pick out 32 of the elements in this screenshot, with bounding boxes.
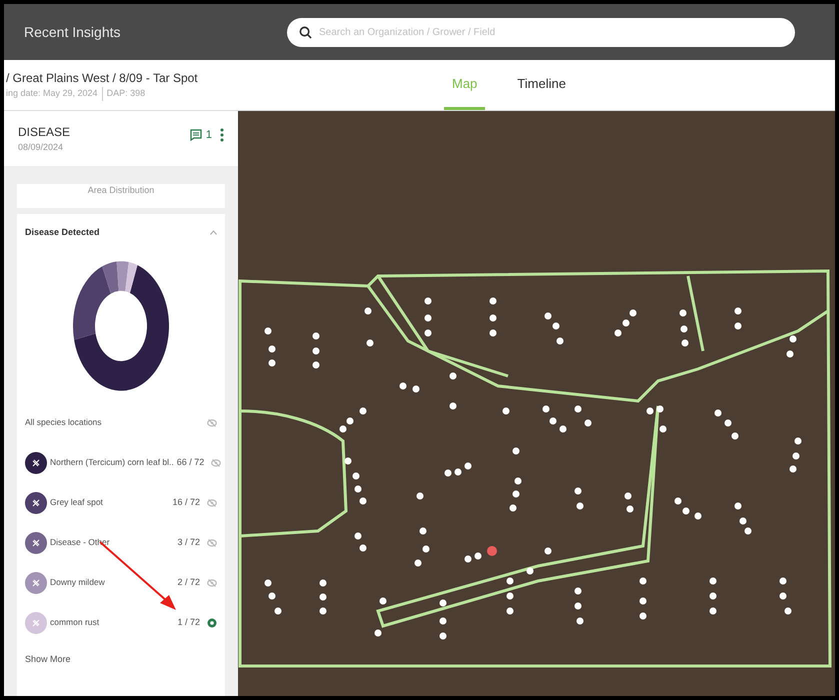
- eye-slash-icon[interactable]: [207, 538, 217, 548]
- breadcrumb: / Great Plains West / 8/09 - Tar Spot: [6, 70, 199, 88]
- show-more-link[interactable]: Show More: [25, 652, 217, 666]
- section-title: Disease Detected: [25, 226, 100, 239]
- highlighted-sample-point: [487, 546, 497, 556]
- species-count: 1 / 72: [177, 616, 200, 629]
- panel-title: DISEASE: [18, 124, 70, 141]
- eye-slash-icon[interactable]: [207, 418, 217, 428]
- eye-slash-icon[interactable]: [207, 578, 217, 588]
- species-name: common rust: [50, 616, 100, 629]
- species-name: Downy mildew: [50, 576, 106, 589]
- eye-slash-icon[interactable]: [207, 498, 217, 508]
- species-name: Grey leaf spot: [50, 496, 104, 509]
- more-options-icon[interactable]: [220, 128, 224, 142]
- search-field[interactable]: Search an Organization / Grower / Field: [287, 18, 795, 46]
- notes-button[interactable]: 1: [190, 127, 212, 144]
- species-name: Northern (Tercicum) corn leaf bl..: [50, 456, 174, 469]
- view-tab[interactable]: Timeline: [509, 60, 574, 110]
- section-label: Area Distribution: [88, 184, 154, 197]
- species-count: 3 / 72: [177, 536, 200, 549]
- planting-date: ing date: May 29, 2024: [6, 87, 103, 101]
- species-count: 66 / 72: [176, 456, 204, 469]
- app-title: Recent Insights: [24, 22, 122, 42]
- species-name: All species locations: [25, 416, 103, 429]
- species-count: 2 / 72: [177, 576, 200, 589]
- eye-icon[interactable]: [207, 618, 217, 628]
- panel-date: 08/09/2024: [18, 141, 64, 154]
- notes-icon: [190, 129, 202, 142]
- chevron-icon[interactable]: [210, 230, 217, 236]
- eye-slash-icon[interactable]: [211, 458, 222, 468]
- dap-value: DAP: 398: [106, 87, 146, 100]
- species-count: 16 / 72: [172, 496, 200, 509]
